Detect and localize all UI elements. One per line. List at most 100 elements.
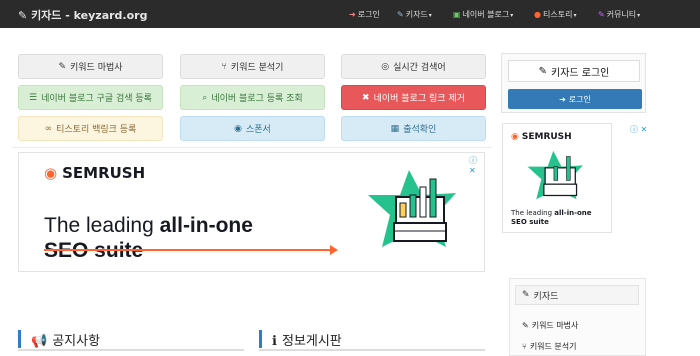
semrush-flame-icon: ◉ [44,164,58,182]
naver-link-remove-button[interactable]: ✖ 네이버 블로그 링크 제거 [341,85,486,110]
nav-tistory[interactable]: ● 티스토리▾ [534,9,576,20]
magic-wand-icon: ✎ [58,61,66,72]
brand-logo[interactable]: ✎ 키자드 - keyzard.org [18,7,147,23]
nav-naver-blog-label: 네이버 블로그 [462,10,510,19]
semrush-banner-ad[interactable]: ⓘ ✕ ◉ SEMRUSH The leading all-in-one SEO… [18,152,485,272]
ad-headline-plain: The leading [44,214,160,237]
button-label: 실시간 검색어 [393,63,446,73]
megaphone-icon: 📢 [31,334,48,349]
nav-naver-blog[interactable]: ▣ 네이버 블로그▾ [453,9,513,20]
button-label: 출석확인 [403,125,437,135]
nav-community-label: 커뮤니티 [606,10,637,19]
magic-wand-icon: ✎ [522,321,529,330]
keyzard-menu-panel: ✎ 키자드 ✎ 키워드 마법사 ⑂ 키워드 분석기 [509,278,646,356]
login-button[interactable]: ➜ 로그인 [508,89,642,109]
ad-arrow-line [44,249,334,251]
ad-box-shape [543,183,578,197]
semrush-flame-icon: ◉ [511,132,519,142]
ad-bar-shape [566,156,571,181]
semrush-side-ad[interactable]: ◉ SEMRUSH The leading all-in-one SEO sui… [502,123,612,233]
ad-bar-shape [419,186,427,218]
semrush-brand: SEMRUSH [521,132,572,142]
search-icon: ⌕ [202,92,208,103]
chevron-down-icon: ▾ [573,12,577,19]
naver-google-register-button[interactable]: ☰ 네이버 블로그 구글 검색 등록 [18,85,163,110]
info-icon: ℹ [272,334,277,349]
top-navbar: ✎ 키자드 - keyzard.org ➜ 로그인 ✎ 키자드▾ ▣ 네이버 블로그▾… [0,0,700,28]
menu-item-keyword-analyzer[interactable]: ⑂ 키워드 분석기 [522,341,577,352]
notice-section-title[interactable]: 📢 공지사항 [18,330,101,349]
button-label: 키워드 분석기 [230,63,284,73]
ad-choices-icon[interactable]: ⓘ ✕ [630,124,647,135]
ad-headline: The leading all-in-one SEO suite [44,213,253,263]
ad-illustration [368,170,456,247]
login-icon: ➜ [349,10,356,19]
naver-register-check-button[interactable]: ⌕ 네이버 블로그 등록 조회 [180,85,325,110]
naver-blog-icon: ▣ [453,10,461,19]
menu-head: ✎ 키자드 [515,285,639,305]
ad-headline-bold-2: SEO suite [511,218,549,226]
arrow-right-icon [330,245,338,255]
trash-icon: ✖ [362,92,370,103]
button-label: 네이버 블로그 구글 검색 등록 [41,94,152,104]
section-underline [259,349,485,351]
login-title: ✎ 키자드 로그인 [508,60,640,82]
ad-headline-bold: all-in-one [554,209,592,217]
info-board-section-title[interactable]: ℹ 정보게시판 [259,330,342,349]
divider [12,147,492,148]
attendance-button[interactable]: ▦ 출석확인 [341,116,486,141]
nav-community[interactable]: ✎ 커뮤니티▾ [598,9,640,20]
keyword-analyzer-button[interactable]: ⑂ 키워드 분석기 [180,54,325,79]
nav-login[interactable]: ➜ 로그인 [349,9,380,20]
login-panel: ✎ 키자드 로그인 ➜ 로그인 [501,53,646,113]
section-label: 공지사항 [52,334,101,349]
login-button-label: 로그인 [568,94,591,104]
semrush-logo: ◉ SEMRUSH [511,132,572,142]
menu-item-label: 키워드 분석기 [529,342,577,351]
menu-item-keyword-wizard[interactable]: ✎ 키워드 마법사 [522,320,578,331]
ad-headline-plain: The leading [511,209,555,217]
tistory-icon: ● [534,10,541,19]
ad-choices-icon[interactable]: ⓘ ✕ [469,155,484,175]
nav-tistory-label: 티스토리 [542,10,573,19]
menu-item-label: 키워드 마법사 [531,321,579,330]
brand-title: 키자드 - keyzard.org [31,9,148,22]
login-title-text: 키자드 로그인 [551,67,610,79]
semrush-logo: ◉ SEMRUSH [44,164,145,182]
magic-wand-icon: ✎ [522,290,530,300]
link-icon: ∞ [44,123,53,134]
button-label: 키워드 마법사 [70,63,123,73]
section-label: 정보게시판 [281,334,342,349]
database-icon: ☰ [29,92,38,103]
ad-chest-shape [544,167,576,187]
semrush-brand: SEMRUSH [62,164,146,182]
magic-wand-icon: ✎ [538,65,547,77]
keyword-wizard-button[interactable]: ✎ 키워드 마법사 [18,54,163,79]
menu-head-label: 키자드 [533,291,559,302]
section-underline [18,349,244,351]
realtime-search-button[interactable]: ◎ 실시간 검색어 [341,54,486,79]
button-label: 네이버 블로그 링크 제거 [373,94,465,104]
chevron-down-icon: ▾ [637,12,641,19]
nav-keyzard[interactable]: ✎ 키자드▾ [397,9,432,20]
button-label: 네이버 블로그 등록 조회 [211,94,303,104]
chevron-down-icon: ▾ [510,12,514,19]
fork-icon: ⑂ [522,342,527,351]
ad-bar-shape [399,202,407,218]
login-icon: ➜ [559,94,566,104]
button-label: 스폰서 [246,125,271,135]
sponsor-button[interactable]: ◉ 스폰서 [180,116,325,141]
ad-illustration [527,150,583,200]
button-label: 티스토리 백링크 등록 [56,125,137,135]
ad-bar-shape [409,194,417,218]
chevron-down-icon: ▾ [428,12,432,19]
tistory-backlink-button[interactable]: ∞ 티스토리 백링크 등록 [18,116,163,141]
ad-headline: The leading all-in-one SEO suite [511,209,592,227]
magic-wand-icon: ✎ [397,10,404,19]
compass-icon: ◎ [381,61,390,72]
ad-box-shape [393,222,447,242]
calendar-check-icon: ▦ [390,123,400,134]
community-icon: ✎ [598,10,605,19]
nav-login-label: 로그인 [357,10,380,19]
ad-bar-shape [429,178,437,218]
